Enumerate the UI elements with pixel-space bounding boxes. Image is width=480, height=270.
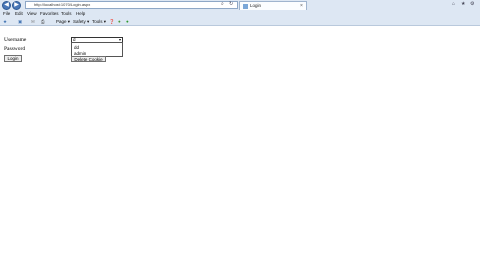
tab-login[interactable]: Login × <box>239 1 307 10</box>
back-button[interactable]: ◀ <box>2 1 11 10</box>
page-menu[interactable]: Page ▾ <box>56 17 70 26</box>
addon-icon[interactable]: ● <box>126 17 129 26</box>
forward-button[interactable]: ▶ <box>12 1 21 10</box>
menu-file[interactable]: File <box>3 10 10 17</box>
favorites-icon[interactable]: ★ <box>461 1 465 8</box>
menu-view[interactable]: View <box>27 10 37 17</box>
gear-icon[interactable]: ⚙ <box>470 1 474 8</box>
tools-menu[interactable]: Tools ▾ <box>92 17 106 26</box>
research-icon[interactable]: ● <box>118 17 121 26</box>
close-tab-icon[interactable]: × <box>300 2 303 10</box>
refresh-icon[interactable]: ↻ <box>229 1 233 8</box>
password-label: Password <box>4 46 26 52</box>
menu-bar <box>0 10 480 17</box>
menu-edit[interactable]: Edit <box>15 10 23 17</box>
username-label: Username <box>4 37 27 43</box>
command-bar <box>0 17 480 26</box>
add-favorites-icon[interactable]: ★ <box>3 17 7 26</box>
menu-help[interactable]: Help <box>76 10 85 17</box>
home-icon[interactable]: ⌂ <box>452 1 455 8</box>
read-mail-icon[interactable]: ✉ <box>31 17 35 26</box>
page-icon <box>243 4 248 9</box>
delete-cookie-button[interactable]: Delete Cookie <box>71 56 106 62</box>
tab-title: Login <box>250 3 262 8</box>
dropdown-option-dd[interactable]: dd <box>74 45 79 50</box>
safety-menu[interactable]: Safety ▾ <box>73 17 89 26</box>
help-icon[interactable]: ❓ <box>109 17 115 26</box>
menu-tools[interactable]: Tools <box>61 10 72 17</box>
username-dropdown: dd admin <box>71 42 123 57</box>
feeds-icon[interactable]: ▣ <box>18 17 22 26</box>
address-bar[interactable]: http://localhost:1070/Login.aspx <box>25 1 238 9</box>
login-button[interactable]: Login <box>4 55 22 62</box>
search-icon[interactable]: ⌕ <box>221 1 224 8</box>
print-icon[interactable]: ⎙ <box>41 17 45 26</box>
menu-favorites[interactable]: Favorites <box>40 10 59 17</box>
